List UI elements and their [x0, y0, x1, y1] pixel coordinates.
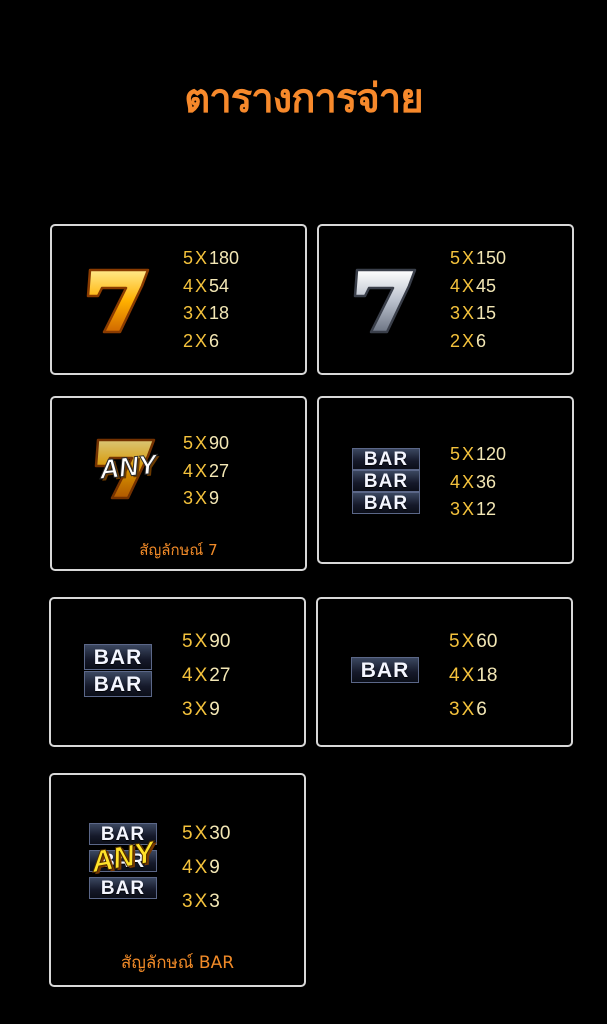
payout-row: 3 X 18	[183, 303, 230, 323]
paytable-card-triple-bar: BAR BAR BAR 5 X 120 4 X 36 3 X 12	[317, 396, 574, 564]
payout-row: 4 X 36	[450, 471, 497, 492]
paytable-card-any-bar: BAR BAR BAR ANY 5 X 30 4X9 3X3 สัญลักษณ์ B…	[49, 773, 306, 987]
payout-list: 5 X 180 4 X 54 3 X 18 2X6	[183, 245, 239, 355]
payout-row: 5 X 30	[182, 823, 231, 844]
paytable-card-silver-seven: 5 X 150 4 X 45 3 X 15 2X6	[317, 224, 574, 375]
bar-tile: BAR	[352, 492, 420, 514]
bar-tile: BAR	[84, 644, 152, 670]
payout-row: 5 X 120	[450, 444, 507, 464]
payout-row: 3X9	[183, 488, 220, 508]
payout-row: 3 X 12	[450, 499, 497, 519]
payout-row: 5 X 60	[449, 631, 498, 652]
payout-row: 4 X 45	[450, 275, 497, 296]
silver-seven-icon	[353, 268, 417, 334]
payout-row: 3X3	[182, 891, 220, 912]
single-bar-icon: BAR	[351, 657, 419, 685]
payout-row: 4 X 18	[449, 665, 498, 686]
payout-row: 5 X 90	[183, 433, 230, 453]
bar-tile: BAR	[351, 657, 419, 683]
bar-tile: BAR	[352, 470, 420, 492]
bar-tile: BAR	[89, 877, 157, 899]
payout-list: 5 X 150 4 X 45 3 X 15 2X6	[450, 245, 506, 355]
paytable-card-any-seven: ANY 5 X 90 4 X 27 3X9 สัญลักษณ์ 7	[50, 396, 307, 571]
payout-list: 5 X 60 4 X 18 3X6	[449, 625, 497, 727]
payout-list: 5 X 30 4X9 3X3	[182, 817, 230, 919]
payout-row: 5 X 90	[182, 631, 231, 652]
payout-row: 4 X 27	[183, 460, 230, 481]
payout-row: 2X6	[450, 330, 487, 351]
any-bar-icon: BAR BAR BAR ANY	[88, 823, 159, 907]
symbol-caption: สัญลักษณ์ BAR	[120, 953, 235, 973]
paytable-card-gold-seven: 5 X 180 4 X 54 3 X 18 2X6	[50, 224, 307, 375]
payout-row: 2X6	[183, 330, 220, 351]
bar-tile: BAR	[352, 448, 420, 470]
payout-row: 3 X 15	[450, 303, 497, 323]
payout-row: 4X9	[182, 857, 220, 878]
triple-bar-icon: BAR BAR BAR	[352, 448, 420, 516]
paytable-card-single-bar: BAR 5 X 60 4 X 18 3X6	[316, 597, 573, 747]
payout-row: 4 X 54	[183, 275, 230, 296]
payout-list: 5 X 90 4 X 27 3X9	[182, 625, 230, 727]
bar-tile: BAR	[84, 671, 152, 697]
payout-list: 5 X 90 4 X 27 3X9	[183, 430, 229, 513]
payout-row: 3X6	[449, 699, 487, 720]
payout-list: 5 X 120 4 X 36 3 X 12	[450, 441, 506, 524]
payout-row: 5 X 150	[450, 248, 507, 268]
page-title: ตารางการจ่าย	[184, 76, 423, 122]
symbol-caption: สัญลักษณ์ 7	[139, 541, 218, 559]
payout-row: 3X9	[182, 699, 220, 720]
paytable-card-double-bar: BAR BAR 5 X 90 4 X 27 3X9	[49, 597, 306, 747]
payout-row: 5 X 180	[183, 248, 240, 268]
gold-seven-icon	[86, 268, 150, 334]
double-bar-icon: BAR BAR	[84, 644, 152, 698]
payout-row: 4 X 27	[182, 665, 231, 686]
